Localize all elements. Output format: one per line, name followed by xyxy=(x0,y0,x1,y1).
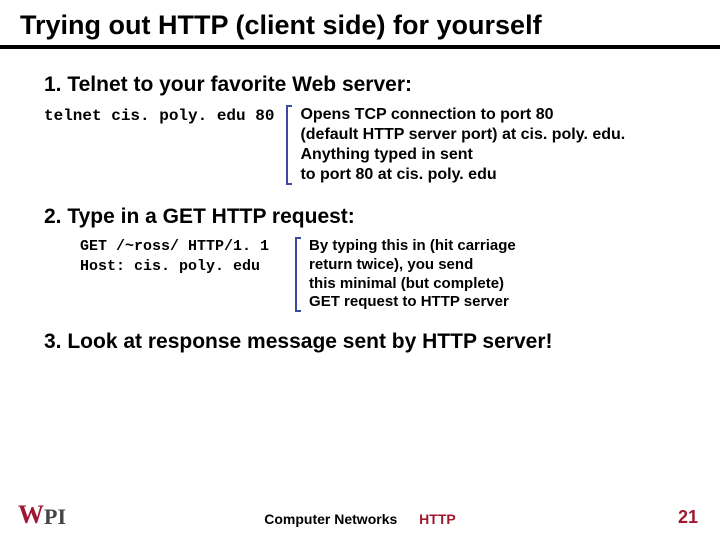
get-request-command: GET /~ross/ HTTP/1. 1 Host: cis. poly. e… xyxy=(80,237,269,278)
bracket-1 xyxy=(282,105,296,185)
title-bar: Trying out HTTP (client side) for yourse… xyxy=(0,0,720,49)
footer-topic: HTTP xyxy=(419,511,456,527)
step-1-row: telnet cis. poly. edu 80 Opens TCP conne… xyxy=(44,105,676,185)
step-2-heading: 2. Type in a GET HTTP request: xyxy=(44,205,676,229)
footer-course: Computer Networks xyxy=(264,511,397,527)
slide-content: 1. Telnet to your favorite Web server: t… xyxy=(0,49,720,354)
footer: W PI Computer Networks HTTP 21 xyxy=(0,500,720,530)
step-1-description: Opens TCP connection to port 80 (default… xyxy=(300,105,625,185)
telnet-command: telnet cis. poly. edu 80 xyxy=(44,107,274,125)
page-number: 21 xyxy=(678,507,698,528)
step-2-row: GET /~ross/ HTTP/1. 1 Host: cis. poly. e… xyxy=(80,237,676,312)
bracket-2 xyxy=(291,237,305,312)
footer-center: Computer Networks HTTP xyxy=(0,511,720,527)
slide-title: Trying out HTTP (client side) for yourse… xyxy=(20,10,700,41)
step-3-heading: 3. Look at response message sent by HTTP… xyxy=(44,330,676,354)
step-2-description: By typing this in (hit carriage return t… xyxy=(309,237,516,312)
step-1-heading: 1. Telnet to your favorite Web server: xyxy=(44,73,676,97)
